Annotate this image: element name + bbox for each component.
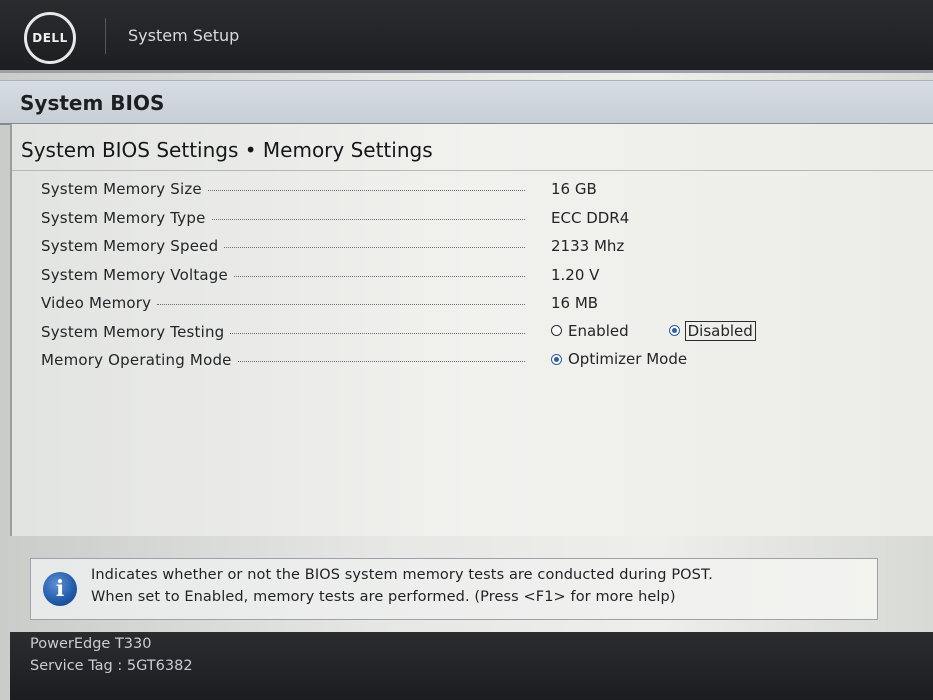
radio-label-optimizer-mode[interactable]: Optimizer Mode — [568, 350, 687, 368]
setting-label: System Memory Speed — [41, 237, 219, 255]
radio-optimizer-mode[interactable]: Optimizer Mode — [551, 350, 687, 368]
top-header-bar: DELL System Setup — [0, 0, 933, 73]
setting-row-memory-type: System Memory Type ECC DDR4 — [12, 205, 933, 234]
dot-leader — [233, 266, 525, 277]
help-box: i Indicates whether or not the BIOS syst… — [30, 558, 878, 620]
memory-settings-list: System Memory Size 16 GB System Memory T… — [12, 176, 933, 376]
setting-label: System Memory Size — [41, 180, 202, 198]
setting-row-memory-speed: System Memory Speed 2133 Mhz — [12, 233, 933, 262]
radio-label-enabled[interactable]: Enabled — [568, 322, 629, 340]
info-icon: i — [43, 572, 77, 606]
setting-value: ECC DDR4 — [551, 208, 630, 227]
header-divider — [105, 18, 106, 54]
setting-label: System Memory Testing — [41, 322, 225, 341]
radio-button-checked[interactable] — [551, 353, 562, 365]
settings-panel: System BIOS Settings • Memory Settings S… — [10, 124, 933, 536]
memory-testing-radio-group: Enabled Disabled — [551, 320, 795, 341]
app-title: System Setup — [128, 26, 240, 45]
radio-label-disabled[interactable]: Disabled — [684, 320, 756, 341]
setting-label: Video Memory — [41, 294, 152, 312]
dot-leader — [207, 180, 525, 191]
page-title: System BIOS — [20, 91, 165, 115]
dot-leader — [224, 237, 525, 248]
setting-row-memory-testing: System Memory Testing Enabled Disabled — [12, 319, 933, 348]
section-divider — [12, 170, 933, 171]
setting-label: System Memory Type — [41, 208, 206, 227]
setting-row-memory-voltage: System Memory Voltage 1.20 V — [12, 262, 933, 291]
help-text-line-2: When set to Enabled, memory tests are pe… — [91, 589, 676, 605]
footer-bar: PowerEdge T330 Service Tag : 5GT6382 — [10, 632, 933, 700]
system-setup-screen: DELL System Setup System BIOS System BIO… — [0, 0, 933, 700]
section-title: System BIOS Settings • Memory Settings — [21, 138, 433, 162]
radio-disabled[interactable]: Disabled — [668, 320, 756, 341]
setting-value: 2133 Mhz — [551, 237, 625, 255]
setting-value: 16 MB — [551, 294, 599, 312]
help-text-line-1: Indicates whether or not the BIOS system… — [91, 567, 713, 583]
setting-row-memory-size: System Memory Size 16 GB — [12, 176, 933, 205]
setting-row-video-memory: Video Memory 16 MB — [12, 290, 933, 319]
service-tag: Service Tag : 5GT6382 — [30, 658, 193, 674]
dell-logo: DELL — [24, 12, 76, 64]
setting-label: Memory Operating Mode — [41, 351, 232, 369]
radio-enabled[interactable]: Enabled — [551, 322, 629, 340]
dot-leader — [157, 294, 525, 305]
dot-leader — [237, 351, 525, 362]
dot-leader — [211, 209, 525, 220]
setting-value: 16 GB — [551, 180, 597, 198]
radio-button-checked[interactable] — [668, 325, 680, 336]
dot-leader — [230, 323, 525, 334]
setting-label: System Memory Voltage — [41, 265, 228, 284]
operating-mode-radio-group: Optimizer Mode — [551, 350, 727, 368]
setting-value: 1.20 V — [551, 265, 600, 284]
radio-button-unchecked[interactable] — [551, 325, 562, 336]
model-name: PowerEdge T330 — [30, 636, 152, 652]
setting-row-operating-mode: Memory Operating Mode Optimizer Mode — [12, 347, 933, 376]
page-title-bar: System BIOS — [0, 80, 933, 125]
